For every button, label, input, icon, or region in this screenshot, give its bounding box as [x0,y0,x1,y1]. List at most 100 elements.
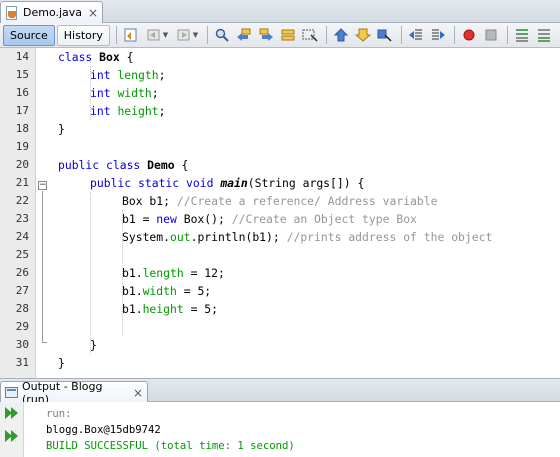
toolbar-separator [115,26,117,44]
collapse-fold-icon[interactable]: − [38,181,47,190]
code-token: ; [151,86,159,100]
code-line[interactable]: public static void main(String args[]) { [90,174,364,192]
code-line[interactable]: } [90,336,97,354]
line-number: 23 [15,212,29,225]
code-line[interactable]: b1.length = 12; [122,264,225,282]
code-token: Box(); [183,212,232,226]
code-line[interactable]: class Box { [58,48,133,66]
code-token: int [90,86,118,100]
code-token: Demo [147,158,175,172]
code-line[interactable]: public class Demo { [58,156,188,174]
code-token: new [156,212,184,226]
code-token: width [117,86,152,100]
code-token: class [58,50,100,64]
code-token: } [58,122,65,136]
java-file-icon [5,5,19,20]
rerun-with-options-icon[interactable] [4,428,20,444]
code-line[interactable]: b1.height = 5; [122,300,218,318]
last-edit-icon[interactable] [121,25,141,45]
code-token: height [142,302,184,316]
code-line[interactable]: int width; [90,84,159,102]
code-token: Box b1; [122,194,177,208]
code-token: //Create a reference/ Address variable [176,194,438,208]
code-token: b1. [122,302,143,316]
code-token: public class [58,158,148,172]
rerun-icon[interactable] [4,405,20,421]
source-button[interactable]: Source [3,24,55,46]
code-token: { [119,50,134,64]
forward-icon[interactable]: ▼ [173,25,201,45]
code-token: //Create an Object type Box [231,212,417,226]
code-token: main [220,176,248,190]
comment-icon[interactable] [512,25,532,45]
output-line: BUILD SUCCESSFUL (total time: 1 second) [46,440,295,452]
tab-output-blogg-run[interactable]: Output - Blogg (run) × [0,380,148,406]
line-number: 27 [15,284,29,297]
code-line[interactable]: int length; [90,66,165,84]
code-line[interactable]: Box b1; //Create a reference/ Address va… [122,192,437,210]
code-line[interactable]: int height; [90,102,165,120]
start-macro-icon[interactable] [459,25,479,45]
uncomment-icon[interactable] [534,25,554,45]
output-window-icon [5,387,18,398]
code-token: ; [158,68,166,82]
find-next-icon[interactable] [256,25,276,45]
line-number: 17 [15,104,29,117]
code-token: } [90,338,97,352]
history-button[interactable]: History [56,24,110,46]
line-number: 25 [15,248,29,261]
next-bookmark-icon[interactable] [375,25,395,45]
find-selection-icon[interactable] [278,25,298,45]
code-token: b1 = [122,212,157,226]
back-icon[interactable]: ▼ [143,25,171,45]
code-token: ; [158,104,166,118]
output-pane[interactable]: run: blogg.Box@15db9742 BUILD SUCCESSFUL (… [0,402,560,457]
code-text-area[interactable]: class Box {int length; int width; int heig… [50,48,560,378]
toolbar-separator [453,26,455,44]
code-token: out [170,230,191,244]
line-number: 28 [15,302,29,315]
code-line[interactable]: } [58,354,65,372]
code-token: { [174,158,189,172]
line-number: 19 [15,140,29,153]
close-output-tab-icon[interactable]: × [133,387,143,399]
toolbar-separator [325,26,327,44]
close-tab-icon[interactable]: × [88,7,98,19]
code-token: //prints address of the object [286,230,493,244]
find-icon[interactable] [212,25,232,45]
line-number: 21 [15,176,29,189]
code-token: public static void [90,176,221,190]
editor-toolbar: Source History ▼ ▼ [0,23,560,48]
toggle-highlight-icon[interactable] [300,25,320,45]
stop-macro-icon[interactable] [481,25,501,45]
shift-left-icon[interactable] [406,25,426,45]
previous-bookmark-icon[interactable] [353,25,373,45]
toggle-bookmark-icon[interactable] [331,25,351,45]
code-line[interactable]: b1.width = 5; [122,282,211,300]
line-number: 18 [15,122,29,135]
code-token: length [142,266,184,280]
shift-right-icon[interactable] [428,25,448,45]
code-line[interactable]: System.out.println(b1); //prints address… [122,228,492,246]
find-previous-icon[interactable] [234,25,254,45]
fold-margin: − [36,48,50,378]
tab-title: Demo.java [23,6,83,19]
fold-guide-line [42,191,43,342]
line-number-gutter: 14 15 16 17 18 19 20 21 22 23 24 25 26 27 28 29 30 31 [0,48,36,378]
code-line[interactable]: } [58,120,65,138]
code-editor[interactable]: 14 15 16 17 18 19 20 21 22 23 24 25 26 27 28 29 30 31 − c… [0,48,560,378]
line-number: 20 [15,158,29,171]
code-line[interactable]: b1 = new Box(); //Create an Object type … [122,210,417,228]
tab-demo-java[interactable]: Demo.java × [0,1,103,23]
output-line: blogg.Box@15db9742 [46,424,161,436]
code-token: (String args[]) { [247,176,365,190]
code-token: = 5; [183,302,219,316]
output-tab-strip: Output - Blogg (run) × [0,378,560,406]
indent-guide [90,192,91,354]
output-line: run: [46,408,72,420]
code-token: System. [122,230,171,244]
line-number: 16 [15,86,29,99]
output-side-toolbar [0,402,24,457]
toolbar-separator [506,26,508,44]
code-token: int [90,68,118,82]
